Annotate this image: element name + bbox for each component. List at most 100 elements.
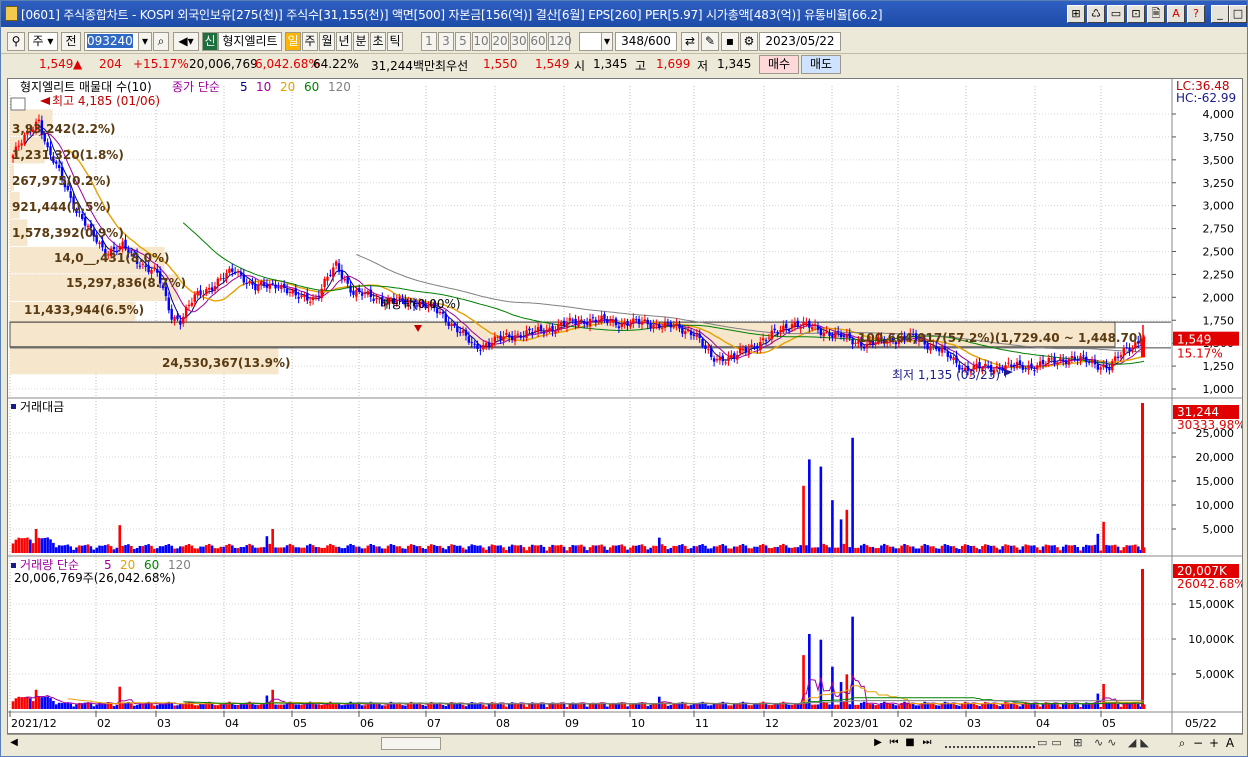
last-page-icon[interactable]: ⏭ [919, 736, 935, 751]
period-tab-6[interactable]: 틱 [387, 32, 403, 51]
zoom-in-icon[interactable]: + [1207, 736, 1221, 751]
chart-svg[interactable]: 2021/12 02 03 04 05 06 07 08 09 10 11 12 2023/01 02 03… [8, 79, 1242, 733]
settings-icon[interactable]: ⚙ [740, 32, 758, 51]
code-dropdown-icon[interactable]: ▾ [138, 32, 152, 51]
magnifier-icon[interactable]: ⌕ [1175, 736, 1189, 751]
prev-button[interactable]: 전 [61, 32, 81, 51]
high-arrow-icon [40, 97, 50, 105]
volume-bar [805, 702, 808, 709]
amount-bar [1076, 546, 1079, 553]
maximize-button[interactable]: □ [1229, 5, 1247, 23]
candle-body [675, 323, 678, 326]
volume-bar [833, 704, 837, 709]
screen-icon[interactable]: ⊞ [1067, 5, 1085, 23]
x-tick-label: 02 [899, 717, 913, 730]
font-icon[interactable]: A [1167, 5, 1185, 23]
scroll-right-icon[interactable]: ▶ [871, 736, 885, 751]
volume-bar [588, 704, 592, 709]
period-tab-1[interactable]: 주 [302, 32, 318, 51]
interval-tab-20[interactable]: 20 [491, 32, 509, 51]
volume-legend-ma-120: 120 [168, 558, 191, 572]
amount-bar [355, 546, 358, 553]
volume-legend-title: 거래량 단순 [20, 558, 79, 572]
amount-bar [311, 545, 315, 553]
candle-body [862, 346, 866, 349]
search-icon[interactable]: ⌕ [153, 32, 169, 51]
link-icon[interactable]: ⚲ [7, 32, 25, 51]
amount-bar [470, 544, 474, 553]
volume-bar [937, 705, 941, 709]
zoom-out-icon[interactable]: − [1191, 736, 1205, 751]
restore-frame-icon[interactable]: ▭ [1107, 5, 1125, 23]
interval-tab-10[interactable]: 10 [472, 32, 490, 51]
amount-bar [1134, 544, 1137, 553]
scroll-thumb[interactable] [381, 737, 441, 750]
sell-button[interactable]: 매도 [801, 55, 841, 74]
interval-tab-60[interactable]: 60 [529, 32, 547, 51]
volume-bar [790, 704, 794, 709]
amount-bar [141, 546, 145, 553]
volume-bar [121, 703, 124, 709]
volume-bar [972, 703, 976, 709]
zoom-track[interactable] [945, 739, 1035, 748]
split-icon[interactable]: ⊡ [1127, 5, 1145, 23]
amount-bar [493, 545, 497, 553]
scroll-left-icon[interactable]: ◀ [7, 736, 21, 751]
amount-bar [629, 547, 632, 553]
volume-bar [995, 704, 999, 709]
amount-bar [758, 545, 762, 553]
amount-bar [205, 545, 208, 553]
auto-scale-icon[interactable]: A [1223, 736, 1237, 751]
print-icon[interactable]: 🗎 [1147, 5, 1165, 23]
first-page-icon[interactable]: ⏮ [887, 736, 901, 751]
candle-body [254, 284, 257, 291]
candle-body [522, 336, 525, 338]
buy-button[interactable]: 매수 [759, 55, 799, 74]
interval-tab-120[interactable]: 120 [548, 32, 572, 51]
period-tab-4[interactable]: 분 [353, 32, 369, 51]
candle-body [620, 323, 623, 328]
stop-icon[interactable]: ■ [903, 736, 917, 751]
period-select[interactable]: 주 ▾ [28, 32, 58, 51]
volume-bar [897, 705, 901, 709]
amount-bar [1131, 545, 1134, 553]
chart-area[interactable]: 2021/12 02 03 04 05 06 07 08 09 10 11 12 2023/01 02 03… [7, 78, 1243, 734]
volume-bar [528, 703, 531, 709]
volume-bar [975, 704, 978, 709]
interval-tab-5[interactable]: 5 [455, 32, 471, 51]
amount-bar [300, 547, 303, 553]
tools-icon[interactable]: ✎ [701, 32, 719, 51]
amount-bar [920, 545, 924, 553]
interval-tab-30[interactable]: 30 [510, 32, 528, 51]
refresh-icon[interactable]: ♺ [1087, 5, 1105, 23]
period-tab-5[interactable]: 초 [370, 32, 386, 51]
period-tab-0[interactable]: 일 [285, 32, 301, 51]
minimize-button[interactable]: _ [1211, 5, 1229, 23]
speaker-icon[interactable]: ◀▾ [173, 32, 199, 51]
amount-bar [689, 548, 693, 553]
interval-tab-3[interactable]: 3 [438, 32, 454, 51]
save-icon[interactable]: ▪ [721, 32, 739, 51]
candle-body [839, 333, 843, 338]
code-input[interactable]: 093240 [84, 32, 140, 51]
amount-bar [210, 545, 214, 553]
help-icon[interactable]: ? [1187, 5, 1205, 23]
amount-bar [129, 545, 133, 553]
amount-bar [26, 537, 29, 553]
amount-bar [949, 546, 952, 553]
amount-bar [1128, 545, 1131, 553]
display-mode-icons[interactable]: ▭▭ ⊞ ∿∿ ◢◣ [1037, 736, 1157, 751]
count-input[interactable]: 348/600 [615, 32, 677, 51]
period-tab-3[interactable]: 년 [336, 32, 352, 51]
candle-body [222, 278, 225, 280]
pin-icon[interactable]: ⇄ [681, 32, 699, 51]
amount-bar [127, 544, 130, 553]
interval-dropdown-icon[interactable]: ▾ [601, 32, 613, 51]
period-tab-2[interactable]: 월 [319, 32, 335, 51]
scroll-bar[interactable]: ◀ ▶ ⏮ ■ ⏭ ▭▭ ⊞ ∿∿ ◢◣ ⌕ − + A [7, 734, 1243, 752]
volume-bar [548, 704, 551, 709]
interval-tab-1[interactable]: 1 [421, 32, 437, 51]
candle-body [508, 334, 511, 338]
amount-bar [848, 547, 852, 553]
date-input[interactable]: 2023/05/22 ▦ [759, 32, 841, 65]
